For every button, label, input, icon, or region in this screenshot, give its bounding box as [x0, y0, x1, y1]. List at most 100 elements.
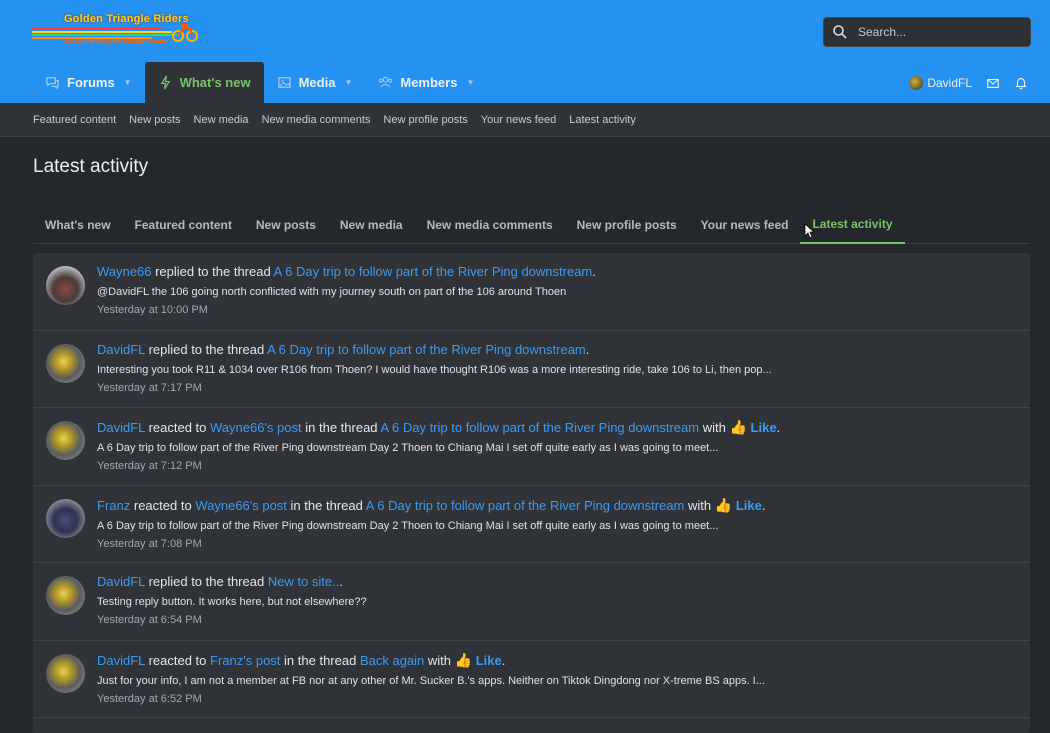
thread-link[interactable]: A 6 Day trip to follow part of the River… — [267, 342, 586, 357]
activity-time[interactable]: Yesterday at 7:12 PM — [97, 460, 1030, 472]
user-link[interactable]: DavidFL — [97, 420, 145, 435]
activity-snippet: Testing reply button. It works here, but… — [97, 596, 367, 608]
reaction-label[interactable]: Like — [476, 653, 502, 668]
nav-tab-label: What's new — [179, 75, 251, 90]
user-link[interactable]: DavidFL — [97, 574, 145, 589]
thumbs-up-icon: 👍 — [729, 419, 747, 435]
list-item: DavidFL replied to the thread New to sit… — [33, 563, 1030, 641]
subnav-latest-activity[interactable]: Latest activity — [569, 114, 636, 126]
thumbs-up-icon: 👍 — [714, 496, 733, 513]
users-icon — [378, 75, 393, 90]
activity-snippet: @DavidFL the 106 going north conflicted … — [97, 286, 567, 298]
comments-icon — [45, 75, 60, 90]
tab-your-news-feed[interactable]: Your news feed — [689, 205, 801, 244]
reaction-label[interactable]: Like — [751, 420, 777, 435]
whats-new-tabs: What's new Featured content New posts Ne… — [33, 205, 1030, 244]
nav-tab-label: Forums — [67, 75, 115, 90]
end-punct: . — [776, 420, 781, 435]
activity-headline: Franz reacted to Wayne66's post in the t… — [97, 497, 1030, 514]
subnav-new-profile-posts[interactable]: New profile posts — [383, 114, 467, 126]
tab-new-media[interactable]: New media — [328, 205, 415, 244]
avatar[interactable] — [46, 343, 85, 383]
nav-tab-forums[interactable]: Forums ▼ — [32, 62, 145, 103]
end-punct: . — [339, 574, 343, 589]
main-nav: Forums ▼ What's new Media ▼ Members ▼ — [32, 62, 487, 103]
username: DavidFL — [927, 75, 972, 90]
activity-time[interactable]: Yesterday at 10:00 PM — [97, 304, 1030, 316]
avatar[interactable] — [46, 576, 85, 615]
thread-link[interactable]: A 6 Day trip to follow part of the River… — [380, 420, 699, 435]
subnav-new-posts[interactable]: New posts — [129, 114, 180, 126]
action-text: reacted to — [148, 652, 207, 668]
end-punct: . — [585, 341, 590, 357]
chevron-down-icon[interactable]: ▼ — [344, 78, 352, 87]
avatar[interactable] — [46, 421, 85, 460]
nav-tab-members[interactable]: Members ▼ — [365, 62, 487, 103]
thread-link[interactable]: Back again — [360, 653, 424, 668]
thread-link[interactable]: New to site.. — [268, 574, 340, 589]
activity-snippet: Interesting you took R11 & 1034 over R10… — [97, 363, 772, 376]
activity-time[interactable]: Yesterday at 6:52 PM — [97, 693, 1030, 705]
thread-link[interactable]: A 6 Day trip to follow part of the River… — [274, 264, 593, 279]
tab-new-profile-posts[interactable]: New profile posts — [565, 205, 689, 244]
nav-tab-label: Members — [400, 75, 458, 90]
action-text: reacted to — [133, 497, 192, 513]
with-text: with — [427, 652, 452, 668]
subnav-featured-content[interactable]: Featured content — [33, 114, 116, 126]
user-area: DavidFL — [909, 62, 1028, 103]
mid-text: in the thread — [284, 652, 357, 668]
user-link[interactable]: DavidFL — [97, 342, 145, 357]
list-item: Franz reacted to Wayne66's post in the t… — [33, 486, 1030, 563]
avatar — [909, 75, 924, 90]
tab-whats-new[interactable]: What's new — [33, 205, 123, 244]
activity-headline: DavidFL replied to the thread New to sit… — [97, 574, 1030, 590]
nav-tab-media[interactable]: Media ▼ — [264, 62, 366, 103]
subnav-your-news-feed[interactable]: Your news feed — [481, 114, 556, 126]
activity-headline: DavidFL replied to the thread A 6 Day tr… — [97, 342, 1030, 358]
account-link[interactable]: DavidFL — [909, 75, 972, 90]
tab-latest-activity[interactable]: Latest activity — [800, 205, 905, 244]
with-text: with — [688, 497, 712, 513]
avatar[interactable] — [46, 266, 85, 305]
avatar[interactable] — [46, 498, 85, 538]
page-title: Latest activity — [33, 156, 149, 177]
thread-link[interactable]: A 6 Day trip to follow part of the River… — [366, 498, 685, 513]
tab-new-media-comments[interactable]: New media comments — [415, 205, 565, 244]
list-item: DavidFL replied to the thread A 6 Day tr… — [33, 331, 1030, 408]
mid-text: in the thread — [290, 497, 363, 513]
envelope-icon[interactable] — [986, 76, 1000, 90]
reaction-label[interactable]: Like — [736, 498, 762, 513]
user-link[interactable]: Wayne66 — [97, 264, 151, 279]
post-link[interactable]: Wayne66's post — [195, 498, 287, 513]
search-icon — [833, 25, 847, 39]
activity-snippet: A 6 Day trip to follow part of the River… — [97, 519, 719, 532]
action-text: replied to the thread — [155, 264, 271, 279]
tab-featured-content[interactable]: Featured content — [123, 205, 244, 244]
user-link[interactable]: DavidFL — [97, 653, 145, 668]
activity-snippet: Just for your info, I am not a member at… — [97, 674, 765, 687]
post-link[interactable]: Wayne66's post — [210, 420, 302, 435]
nav-tab-whats-new[interactable]: What's new — [144, 62, 264, 103]
site-logo[interactable]: Golden Triangle Riders S.E Asia Motorcyc… — [32, 12, 202, 48]
site-header: Golden Triangle Riders S.E Asia Motorcyc… — [0, 0, 1050, 103]
user-link[interactable]: Franz — [97, 498, 130, 513]
search-box[interactable]: Search... — [823, 17, 1031, 47]
nav-tab-label: Media — [298, 75, 336, 90]
activity-time[interactable]: Yesterday at 7:17 PM — [97, 382, 1030, 394]
chevron-down-icon[interactable]: ▼ — [466, 78, 474, 87]
subnav-new-media[interactable]: New media — [194, 114, 249, 126]
activity-time[interactable]: Yesterday at 6:54 PM — [97, 614, 1030, 626]
end-punct: . — [761, 497, 766, 513]
activity-time[interactable]: Yesterday at 7:08 PM — [97, 538, 1030, 550]
activity-list: Wayne66 replied to the thread A 6 Day tr… — [33, 253, 1030, 733]
bell-icon[interactable] — [1014, 76, 1028, 90]
avatar[interactable] — [46, 653, 85, 693]
action-text: replied to the thread — [148, 574, 265, 589]
tab-new-posts[interactable]: New posts — [244, 205, 328, 244]
chevron-down-icon[interactable]: ▼ — [124, 78, 132, 87]
post-link[interactable]: Franz's post — [210, 653, 280, 668]
logo-title: Golden Triangle Riders — [64, 13, 189, 25]
subnav-new-media-comments[interactable]: New media comments — [262, 114, 371, 126]
end-punct: . — [592, 264, 596, 279]
action-text: replied to the thread — [148, 341, 265, 357]
